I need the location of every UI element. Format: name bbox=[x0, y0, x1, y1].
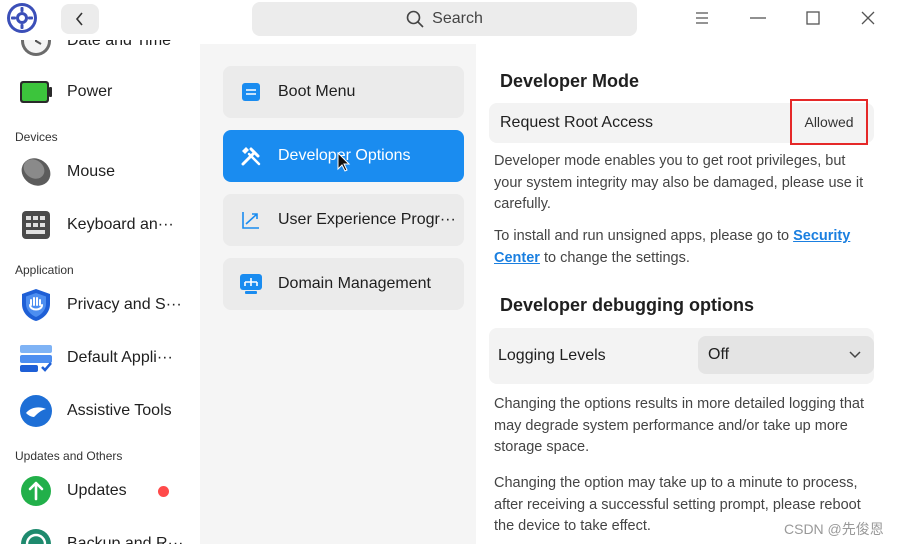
install-unsigned-apps-text: To install and run unsigned apps, please… bbox=[494, 226, 876, 269]
developer-mode-title: Developer Mode bbox=[500, 71, 640, 91]
sidebar-item-label: Date and Time bbox=[67, 40, 172, 49]
boot-menu-icon bbox=[239, 80, 263, 104]
domain-icon bbox=[239, 272, 263, 296]
section-updates-others: Updates and Others bbox=[15, 449, 123, 463]
sidebar-item-label: Privacy and S··· bbox=[67, 296, 182, 313]
root-access-status: Allowed bbox=[804, 114, 854, 130]
clock-icon bbox=[18, 40, 54, 59]
mouse-icon bbox=[18, 154, 54, 190]
updates-icon bbox=[18, 473, 54, 509]
chevron-left-icon bbox=[75, 12, 83, 26]
search-input[interactable]: Search bbox=[252, 2, 637, 36]
install-text-before: To install and run unsigned apps, please… bbox=[494, 228, 794, 244]
update-badge bbox=[158, 485, 169, 497]
sidebar-item-label: Keyboard an··· bbox=[67, 216, 174, 233]
logging-levels-row: Logging Levels Off bbox=[489, 328, 874, 384]
sidebar: Date and Time Power Devices Mouse Keyboa… bbox=[0, 40, 200, 544]
sidebar-item-label: Mouse bbox=[67, 163, 116, 180]
menu-icon bbox=[696, 12, 708, 24]
root-access-row: Request Root Access Allowed bbox=[489, 99, 874, 145]
sidebar-item-power[interactable]: Power bbox=[0, 69, 200, 115]
sidebar-item-label: Default Appli··· bbox=[67, 349, 173, 366]
chart-icon bbox=[239, 208, 263, 232]
assistive-icon bbox=[18, 393, 54, 429]
submenu-item-label: Boot Menu bbox=[278, 83, 356, 100]
title-bar: Search bbox=[0, 0, 906, 40]
sidebar-item-backup[interactable]: Backup and R··· bbox=[0, 521, 200, 544]
watermark: CSDN @先俊恩 bbox=[784, 521, 884, 537]
root-access-label: Request Root Access bbox=[500, 114, 653, 131]
control-center-logo-icon bbox=[6, 2, 38, 34]
sidebar-item-keyboard[interactable]: Keyboard an··· bbox=[0, 202, 200, 248]
shield-icon bbox=[18, 287, 54, 323]
install-text-after: to change the settings. bbox=[539, 249, 690, 266]
section-application: Application bbox=[15, 263, 74, 277]
logging-levels-label: Logging Levels bbox=[498, 347, 606, 364]
root-access-status-button[interactable]: Allowed bbox=[790, 99, 868, 145]
battery-icon bbox=[18, 74, 54, 110]
close-icon bbox=[861, 11, 875, 25]
submenu-item-label: Domain Management bbox=[278, 275, 431, 292]
menu-button[interactable] bbox=[690, 6, 714, 30]
sidebar-item-updates[interactable]: Updates bbox=[0, 468, 200, 514]
chevron-down-icon bbox=[849, 351, 861, 359]
minimize-icon bbox=[750, 17, 766, 19]
security-center-link-part2: Center bbox=[494, 249, 540, 266]
search-placeholder: Search bbox=[432, 10, 483, 27]
sidebar-item-date-time[interactable]: Date and Time bbox=[0, 40, 200, 64]
submenu-panel: Boot Menu Developer Options User Experie… bbox=[200, 44, 476, 544]
back-button[interactable] bbox=[61, 4, 99, 34]
logging-levels-value: Off bbox=[708, 346, 730, 363]
developer-mode-description: Developer mode enables you to get root p… bbox=[494, 153, 864, 212]
security-center-link-part1: Security bbox=[793, 228, 851, 244]
sidebar-item-label: Assistive Tools bbox=[67, 402, 172, 419]
sidebar-item-label: Power bbox=[67, 83, 113, 100]
maximize-button[interactable] bbox=[801, 6, 825, 30]
submenu-item-developer-options[interactable]: Developer Options bbox=[223, 130, 464, 182]
sidebar-item-mouse[interactable]: Mouse bbox=[0, 149, 200, 195]
sidebar-item-default-apps[interactable]: Default Appli··· bbox=[0, 335, 200, 381]
sidebar-item-label: Backup and R··· bbox=[67, 535, 184, 544]
minimize-button[interactable] bbox=[746, 6, 770, 30]
maximize-icon bbox=[806, 11, 820, 25]
submenu-item-domain-management[interactable]: Domain Management bbox=[223, 258, 464, 310]
sidebar-item-assistive-tools[interactable]: Assistive Tools bbox=[0, 388, 200, 434]
backup-icon bbox=[18, 526, 54, 544]
submenu-item-user-experience[interactable]: User Experience Progr··· bbox=[223, 194, 464, 246]
developer-options-content: Developer Mode Request Root Access Allow… bbox=[476, 44, 876, 544]
debug-options-title: Developer debugging options bbox=[500, 295, 755, 315]
mouse-cursor-icon bbox=[337, 152, 351, 172]
keyboard-icon bbox=[18, 207, 54, 243]
default-apps-icon bbox=[18, 340, 54, 376]
search-icon bbox=[406, 10, 424, 28]
close-button[interactable] bbox=[856, 6, 880, 30]
sidebar-item-privacy[interactable]: Privacy and S··· bbox=[0, 282, 200, 328]
logging-description: Changing the options results in more det… bbox=[494, 396, 864, 455]
section-devices: Devices bbox=[15, 130, 58, 144]
submenu-item-boot-menu[interactable]: Boot Menu bbox=[223, 66, 464, 118]
submenu-item-label: User Experience Progr··· bbox=[278, 211, 456, 228]
tools-icon bbox=[239, 144, 263, 168]
sidebar-item-label: Updates bbox=[67, 482, 127, 499]
logging-levels-select[interactable]: Off bbox=[698, 336, 874, 374]
